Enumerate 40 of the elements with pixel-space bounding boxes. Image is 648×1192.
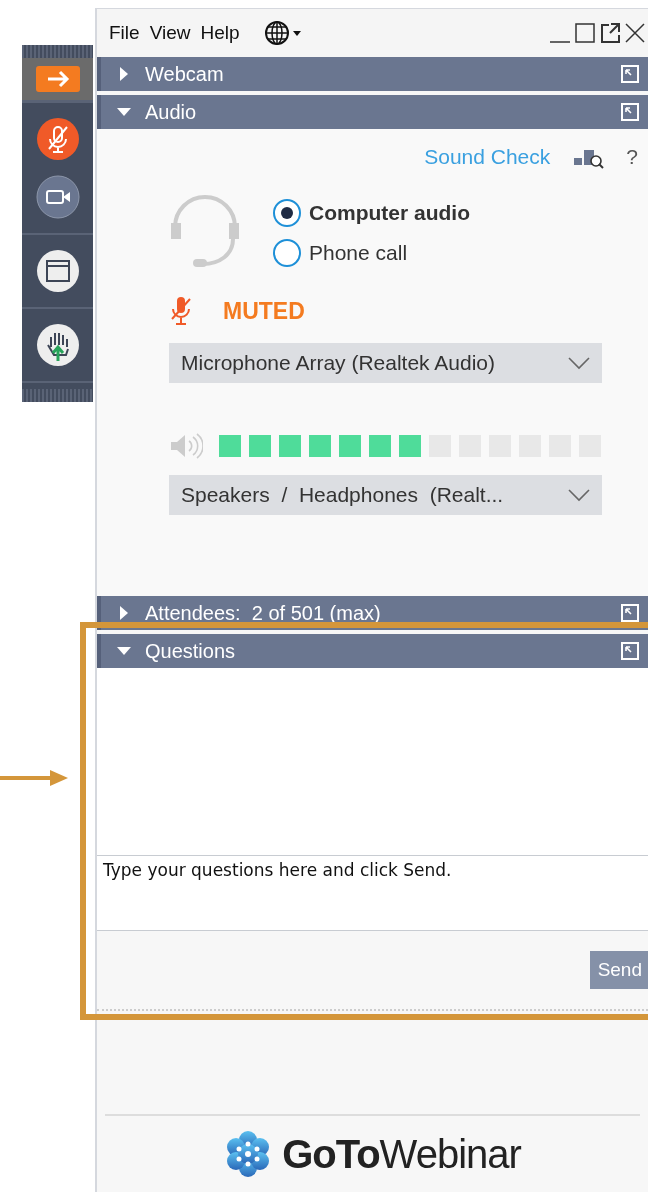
radio-button[interactable] — [273, 239, 301, 267]
help-button[interactable]: ? — [626, 145, 638, 169]
radio-label[interactable]: Phone call — [309, 241, 408, 265]
close-icon[interactable] — [624, 22, 646, 44]
grip-handle[interactable] — [22, 45, 93, 58]
brand-name: GoToWebinar — [282, 1131, 521, 1177]
menu-item[interactable]: File — [109, 22, 140, 44]
question-input-field[interactable]: Type your questions here and click Send. — [97, 856, 648, 931]
radio-label[interactable]: Computer audio — [309, 201, 470, 225]
undock-icon[interactable] — [620, 603, 640, 623]
microphone-muted-icon[interactable] — [35, 117, 80, 161]
radio-button[interactable] — [273, 199, 301, 227]
section-title: Attendees: 2 of 501 (max) — [145, 601, 381, 625]
section-header[interactable]: Questions — [97, 634, 648, 668]
menu-item[interactable]: Help — [200, 22, 240, 44]
window-icon[interactable] — [35, 249, 80, 293]
webcam-icon[interactable] — [35, 175, 80, 219]
device-dropdown[interactable]: Speakers / Headphones (Realt... — [169, 475, 602, 515]
section-header[interactable]: Webcam — [97, 57, 648, 91]
undock-icon[interactable] — [620, 102, 640, 122]
chevron-down-icon — [568, 356, 590, 370]
device-dropdown[interactable]: Microphone Array (Realtek Audio) — [169, 343, 602, 383]
grip-handle[interactable] — [22, 389, 93, 402]
undock-icon[interactable] — [620, 64, 640, 84]
pointer-arrow — [0, 768, 70, 788]
section-title: Audio — [145, 100, 197, 124]
microphone-muted-icon — [169, 295, 193, 327]
section-title: Webcam — [145, 62, 224, 86]
maximize-icon[interactable] — [574, 22, 596, 44]
speaker-icon — [169, 432, 203, 460]
menu-item[interactable]: View — [149, 22, 191, 44]
raise-hand-icon[interactable] — [35, 323, 80, 367]
mute-status: MUTED — [223, 297, 305, 325]
pop-out-icon[interactable] — [599, 22, 621, 44]
section-title: Questions — [145, 639, 236, 663]
chevron-down-icon — [568, 488, 590, 502]
section-header[interactable]: Audio — [97, 95, 648, 129]
undock-icon[interactable] — [620, 641, 640, 661]
arrow-button-icon[interactable] — [35, 66, 80, 92]
globe-dropdown-icon[interactable] — [263, 20, 304, 46]
